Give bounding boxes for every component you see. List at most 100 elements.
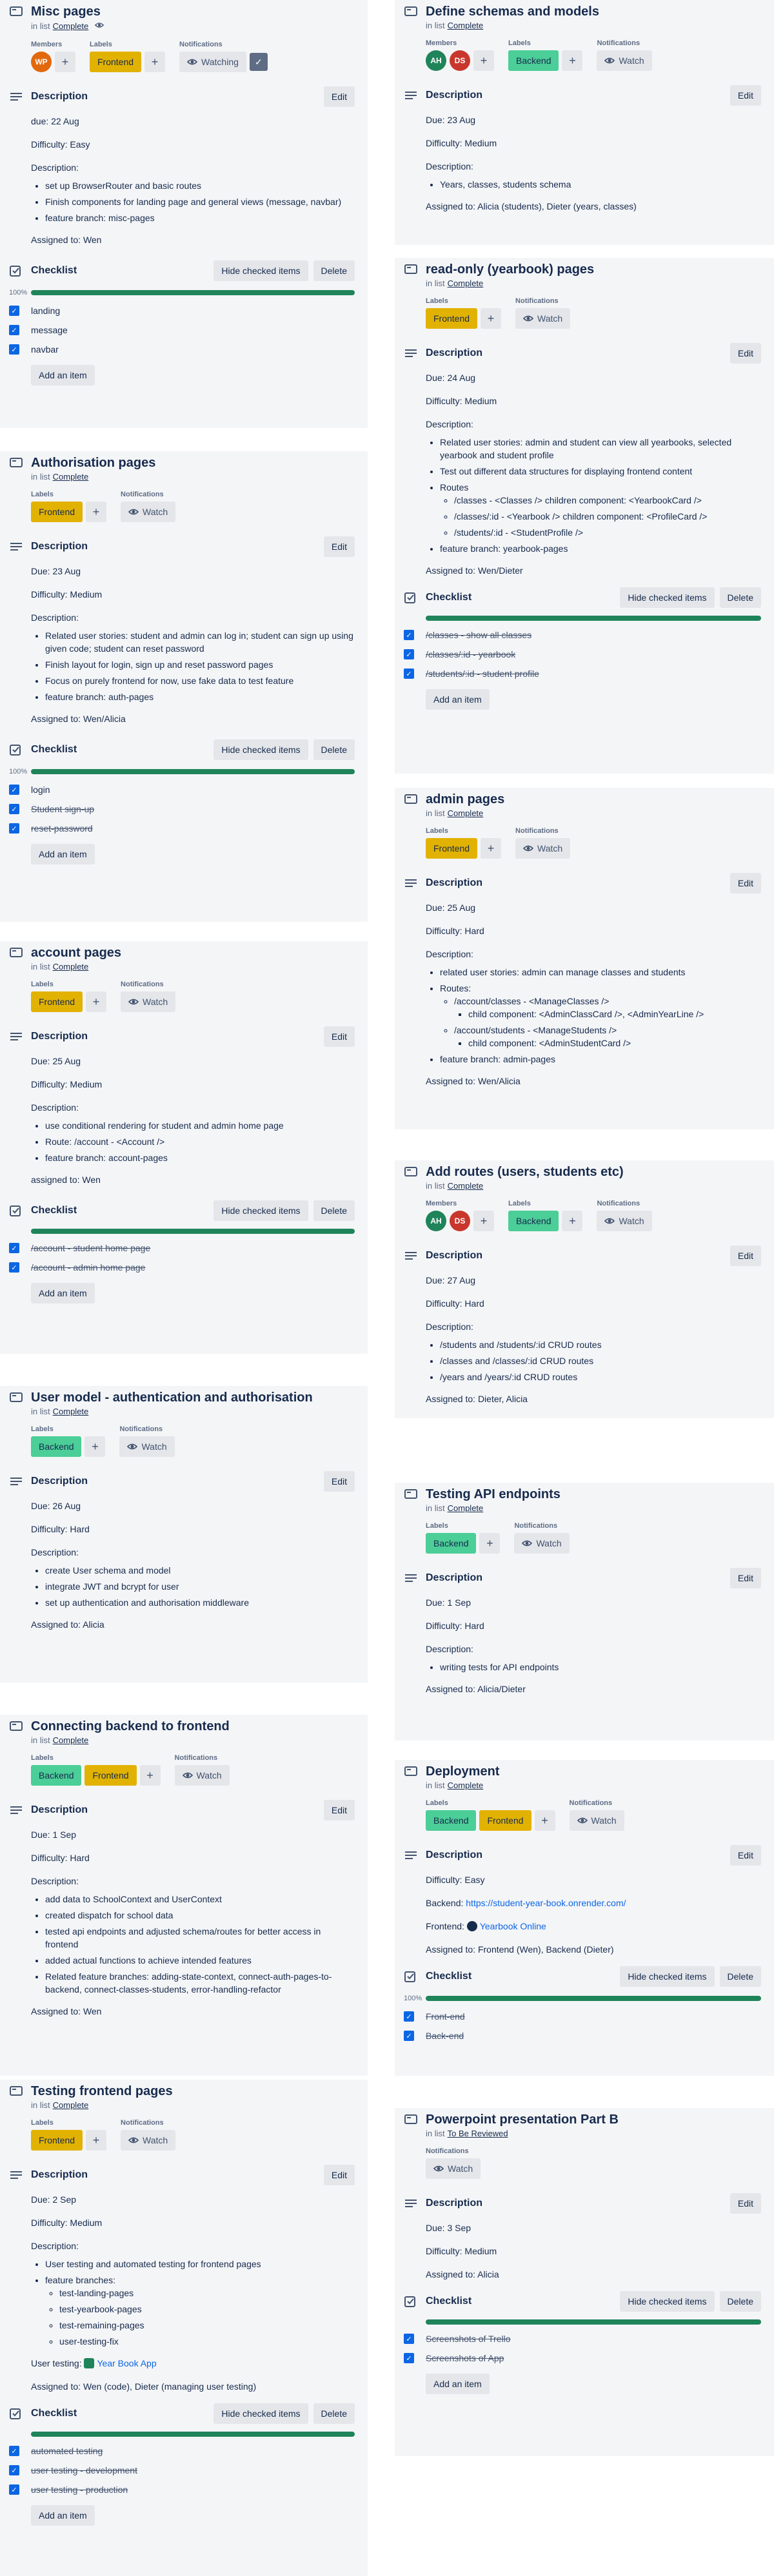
checklist-item[interactable]: ✓/classes/:id - yearbook (404, 649, 761, 659)
checkbox[interactable]: ✓ (404, 2011, 414, 2022)
checkbox[interactable]: ✓ (9, 2446, 19, 2456)
checkbox[interactable]: ✓ (9, 785, 19, 795)
edit-button[interactable]: Edit (323, 1471, 355, 1492)
yearbook-online-link[interactable]: Yearbook Online (480, 1921, 546, 1931)
list-link[interactable]: Complete (53, 1735, 89, 1745)
checklist-item[interactable]: ✓ Back-end (404, 2031, 761, 2041)
watch-button[interactable]: Watch (174, 1765, 230, 1786)
label-backend[interactable]: Backend (508, 1211, 559, 1231)
checklist-item[interactable]: ✓ navbar (9, 344, 355, 355)
checklist-item[interactable]: ✓ Front-end (404, 2011, 761, 2022)
checklist-item[interactable]: ✓ user testing - production (9, 2484, 355, 2495)
label-frontend[interactable]: Frontend (31, 991, 83, 1012)
label-frontend[interactable]: Frontend (84, 1765, 137, 1786)
list-link[interactable]: Complete (448, 1503, 484, 1513)
avatar[interactable]: DS (450, 50, 470, 71)
add-item-button[interactable]: Add an item (426, 689, 490, 710)
delete-button[interactable]: Delete (313, 260, 355, 281)
label-backend[interactable]: Backend (508, 50, 559, 71)
checklist-item[interactable]: ✓ Screenshots of App (404, 2353, 761, 2363)
watch-button[interactable]: Watch (514, 1533, 570, 1554)
checklist-item[interactable]: ✓/classes - show all classes (404, 630, 761, 640)
checklist-item[interactable]: ✓ reset-password (9, 823, 355, 834)
checklist-item[interactable]: ✓/account - admin home page (9, 1262, 355, 1273)
checkbox[interactable]: ✓ (9, 823, 19, 834)
checklist-item[interactable]: ✓ user testing - development (9, 2465, 355, 2475)
list-link[interactable]: To Be Reviewed (448, 2129, 508, 2138)
card-title[interactable]: User model - authentication and authoris… (31, 1386, 313, 1409)
hide-checked-button[interactable]: Hide checked items (620, 587, 715, 608)
add-label-button[interactable]: + (562, 1211, 583, 1231)
watch-button[interactable]: Watch (569, 1810, 624, 1831)
list-link[interactable]: Complete (448, 278, 484, 288)
edit-button[interactable]: Edit (729, 873, 761, 893)
checklist-item[interactable]: ✓ login (9, 785, 355, 795)
add-item-button[interactable]: Add an item (31, 1283, 95, 1303)
hide-checked-button[interactable]: Hide checked items (213, 1200, 308, 1221)
checklist-item[interactable]: ✓/account - student home page (9, 1243, 355, 1253)
card-title[interactable]: read-only (yearbook) pages (426, 258, 594, 281)
checkbox[interactable]: ✓ (9, 306, 19, 316)
label-frontend[interactable]: Frontend (90, 52, 142, 72)
label-frontend[interactable]: Frontend (31, 502, 83, 522)
year-book-app-link[interactable]: Year Book App (97, 2358, 156, 2368)
delete-button[interactable]: Delete (313, 1200, 355, 1221)
edit-button[interactable]: Edit (323, 2165, 355, 2185)
edit-button[interactable]: Edit (323, 1026, 355, 1047)
checkbox[interactable]: ✓ (404, 649, 414, 659)
add-label-button[interactable]: + (84, 1436, 106, 1457)
delete-button[interactable]: Delete (313, 2403, 355, 2424)
edit-button[interactable]: Edit (323, 536, 355, 557)
add-label-button[interactable]: + (481, 838, 502, 859)
add-member-button[interactable]: + (473, 1211, 494, 1231)
list-link[interactable]: Complete (448, 808, 484, 818)
backend-url-link[interactable]: https://student-year-book.onrender.com/ (466, 1898, 626, 1908)
hide-checked-button[interactable]: Hide checked items (620, 1966, 715, 1987)
label-backend[interactable]: Backend (31, 1436, 82, 1457)
add-item-button[interactable]: Add an item (426, 2374, 490, 2394)
add-label-button[interactable]: + (479, 1533, 501, 1554)
hide-checked-button[interactable]: Hide checked items (620, 2291, 715, 2312)
card-title[interactable]: Testing API endpoints (426, 1483, 561, 1506)
hide-checked-button[interactable]: Hide checked items (213, 2403, 308, 2424)
checkbox[interactable]: ✓ (9, 325, 19, 335)
edit-button[interactable]: Edit (323, 1800, 355, 1820)
card-title[interactable]: Authorisation pages (31, 451, 155, 474)
add-item-button[interactable]: Add an item (31, 365, 95, 385)
label-backend[interactable]: Backend (426, 1533, 477, 1554)
card-title[interactable]: Deployment (426, 1760, 499, 1783)
watch-button[interactable]: Watch (597, 1211, 652, 1231)
avatar[interactable]: WP (31, 52, 52, 72)
edit-button[interactable]: Edit (323, 86, 355, 107)
card-title[interactable]: Add routes (users, students etc) (426, 1160, 624, 1184)
checkbox[interactable]: ✓ (9, 2484, 19, 2495)
watch-button[interactable]: Watch (597, 50, 652, 71)
add-item-button[interactable]: Add an item (31, 2505, 95, 2526)
label-frontend[interactable]: Frontend (479, 1810, 531, 1831)
checkbox[interactable]: ✓ (9, 344, 19, 355)
checklist-item[interactable]: ✓ message (9, 325, 355, 335)
avatar[interactable]: DS (450, 1211, 470, 1231)
hide-checked-button[interactable]: Hide checked items (213, 739, 308, 760)
edit-button[interactable]: Edit (729, 1845, 761, 1866)
watching-check-icon[interactable]: ✓ (249, 53, 268, 71)
list-link[interactable]: Complete (53, 21, 89, 31)
list-link[interactable]: Complete (53, 2100, 89, 2110)
checkbox[interactable]: ✓ (9, 2465, 19, 2475)
checkbox[interactable]: ✓ (404, 668, 414, 679)
checklist-item[interactable]: ✓ Screenshots of Trello (404, 2334, 761, 2344)
card-title[interactable]: account pages (31, 941, 121, 964)
checkbox[interactable]: ✓ (9, 1243, 19, 1253)
add-label-button[interactable]: + (86, 502, 107, 522)
edit-button[interactable]: Edit (729, 343, 761, 364)
add-label-button[interactable]: + (562, 50, 583, 71)
delete-button[interactable]: Delete (719, 587, 761, 608)
delete-button[interactable]: Delete (719, 2291, 761, 2312)
watch-button[interactable]: Watch (426, 2158, 481, 2179)
add-label-button[interactable]: + (481, 308, 502, 329)
edit-button[interactable]: Edit (729, 1568, 761, 1588)
edit-button[interactable]: Edit (729, 2193, 761, 2214)
delete-button[interactable]: Delete (719, 1966, 761, 1987)
checkbox[interactable]: ✓ (404, 2334, 414, 2344)
add-label-button[interactable]: + (144, 52, 166, 72)
